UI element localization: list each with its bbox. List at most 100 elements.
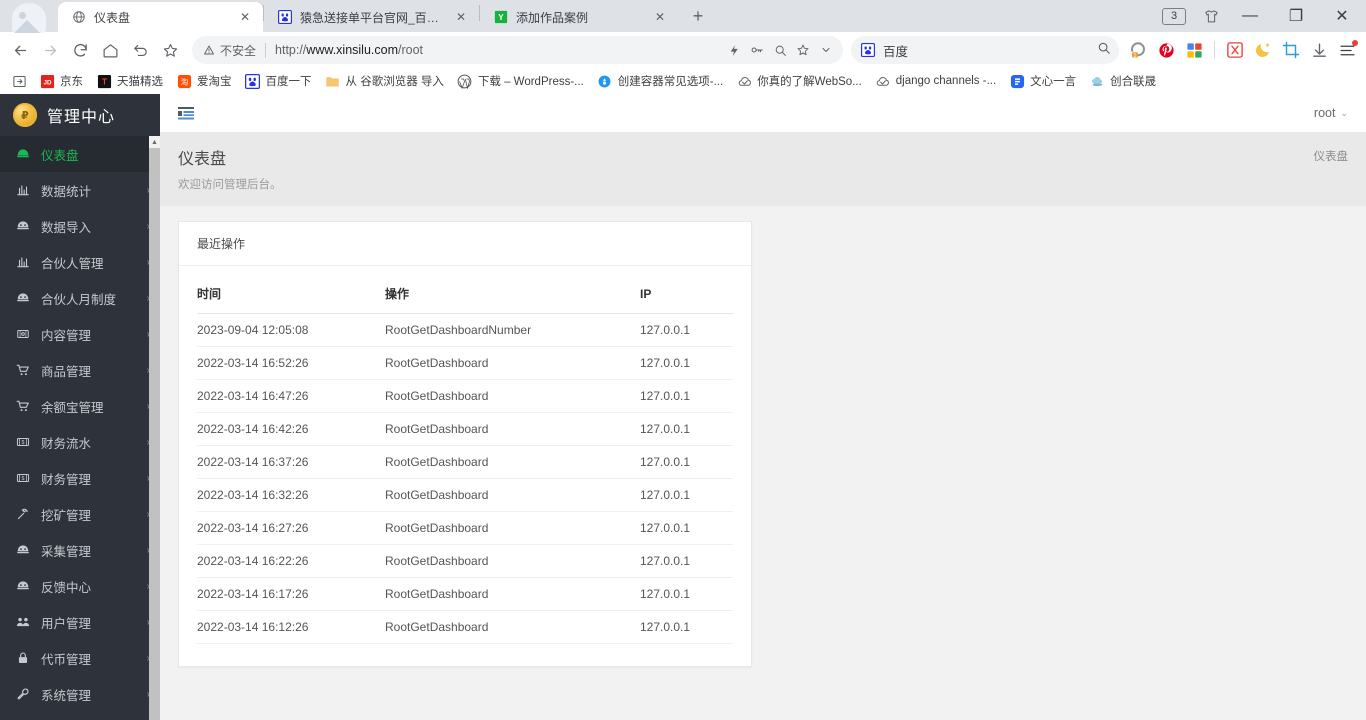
y-green-icon: Y [493, 9, 509, 25]
zoom-search-icon[interactable] [769, 39, 791, 61]
bookmark-item[interactable] [6, 70, 32, 92]
bookmark-star-icon[interactable] [792, 39, 814, 61]
bookmark-item[interactable]: 你真的了解WebSo... [730, 70, 868, 92]
download-icon[interactable] [1306, 37, 1332, 63]
pdf-icon[interactable] [1222, 37, 1248, 63]
search-icon[interactable] [1097, 41, 1111, 60]
scroll-up-arrow-icon[interactable]: ▲ [149, 136, 160, 148]
sidebar-item-label: 代币管理 [41, 652, 92, 667]
sidebar-item-9[interactable]: $财务管理› [0, 460, 160, 496]
globe-icon [71, 9, 87, 25]
cell-ip: 127.0.0.1 [640, 346, 733, 380]
sidebar-item-8[interactable]: $财务流水› [0, 424, 160, 460]
tab-title: 猿急送接单平台官网_百度搜索 [300, 10, 446, 25]
cart-icon [16, 399, 30, 413]
sidebar-item-label: 余额宝管理 [41, 400, 104, 415]
pickaxe-icon [16, 507, 30, 521]
cell-ip: 127.0.0.1 [640, 379, 733, 413]
forward-icon[interactable] [36, 36, 64, 64]
cell-ip: 127.0.0.1 [640, 478, 733, 512]
search-box[interactable]: 百度 [851, 36, 1119, 64]
apps-grid-icon[interactable] [1181, 37, 1207, 63]
extension-puzzle-icon[interactable]: 1 [1125, 37, 1151, 63]
pinterest-icon[interactable] [1153, 37, 1179, 63]
bookmark-item[interactable]: django channels -... [869, 70, 1002, 92]
tab-count-badge[interactable]: 3 [1162, 7, 1186, 25]
sidebar-scrollbar[interactable]: ▲ [149, 136, 160, 720]
sidebar-item-11[interactable]: 采集管理› [0, 532, 160, 568]
sidebar-item-2[interactable]: 数据导入› [0, 208, 160, 244]
sidebar-item-0[interactable]: 仪表盘 [0, 136, 160, 172]
security-label: 不安全 [220, 43, 257, 58]
sidebar-item-label: 商品管理 [41, 364, 92, 379]
sidebar-item-15[interactable]: 系统管理› [0, 676, 160, 712]
sidebar-item-13[interactable]: 用户管理› [0, 604, 160, 640]
sidebar-item-3[interactable]: 合伙人管理› [0, 244, 160, 280]
home-icon[interactable] [96, 36, 124, 64]
tab-close-icon[interactable]: ✕ [652, 9, 668, 25]
window-maximize-button[interactable]: ❐ [1274, 1, 1318, 31]
table-row: 2022-03-14 16:22:26 RootGetDashboard 127.0… [197, 544, 733, 578]
bookmark-item[interactable]: T 天猫精选 [90, 70, 169, 92]
back-icon[interactable] [6, 36, 34, 64]
sidebar-item-label: 用户管理 [41, 616, 92, 631]
bookmark-item[interactable]: 创建容器常见选项-... [591, 70, 729, 92]
browser-tab[interactable]: 仪表盘 ✕ [58, 2, 263, 32]
bookmark-label: 你真的了解WebSo... [757, 76, 862, 88]
screenshot-crop-icon[interactable] [1278, 37, 1304, 63]
address-bar[interactable]: 不安全 http://www.xinsilu.com/root [192, 36, 843, 64]
svg-text:$: $ [22, 440, 25, 446]
bookmark-label: 创合联晟 [1110, 76, 1157, 88]
sidebar-item-14[interactable]: 代币管理› [0, 640, 160, 676]
menu-icon[interactable] [1334, 37, 1360, 63]
chevron-down-icon[interactable] [815, 39, 837, 61]
new-tab-button[interactable]: + [684, 2, 712, 30]
undo-icon[interactable] [126, 36, 154, 64]
site-security-indicator[interactable]: 不安全 [203, 42, 256, 59]
scrollbar-thumb[interactable] [149, 148, 160, 720]
key-icon[interactable] [746, 39, 768, 61]
sidebar-item-7[interactable]: 余额宝管理› [0, 388, 160, 424]
bookmark-item[interactable]: 淘爱淘宝 [170, 70, 238, 92]
cell-time: 2022-03-14 16:52:26 [197, 346, 385, 380]
sidebar-brand-label: 管理中心 [47, 109, 116, 126]
tab-close-icon[interactable]: ✕ [453, 9, 469, 25]
sidebar-brand[interactable]: ₽ 管理中心 [0, 94, 160, 136]
browser-tab[interactable]: 猿急送接单平台官网_百度搜索 ✕ [264, 2, 479, 32]
bookmark-item[interactable]: 百度一下 [239, 70, 318, 92]
sidebar-list-icon[interactable] [178, 106, 194, 120]
sidebar-item-1[interactable]: 数据统计› [0, 172, 160, 208]
bookmark-item[interactable]: 下载 – WordPress-... [451, 70, 590, 92]
bookmark-item[interactable]: 文心一言 [1003, 70, 1082, 92]
sidebar-item-10[interactable]: 挖矿管理› [0, 496, 160, 532]
bookmark-item[interactable]: 从 谷歌浏览器 导入 [319, 70, 450, 92]
page-body: 最近操作 时间 操作 IP 2023-09-04 12:05:08 RootGet… [160, 206, 1366, 720]
sidebar-item-6[interactable]: 商品管理› [0, 352, 160, 388]
star-icon[interactable] [156, 36, 184, 64]
reload-icon[interactable] [66, 36, 94, 64]
cell-operation: RootGetDashboard [385, 577, 640, 611]
sidebar-item-5[interactable]: 内容管理› [0, 316, 160, 352]
browser-tab[interactable]: Y 添加作品案例 ✕ [480, 2, 678, 32]
sidebar-item-label: 合伙人月制度 [41, 292, 117, 307]
admin-sidebar: ₽ 管理中心 仪表盘数据统计›数据导入›合伙人管理›合伙人月制度›内容管理›商品… [0, 94, 160, 720]
cell-operation: RootGetDashboard [385, 610, 640, 644]
dark-mode-moon-icon[interactable] [1250, 37, 1276, 63]
window-close-button[interactable]: ✕ [1320, 1, 1364, 31]
bookmark-item[interactable]: 创合联晟 [1083, 70, 1162, 92]
bookmark-item[interactable]: JD 京东 [33, 70, 89, 92]
user-name-label: root [1313, 106, 1336, 120]
lightning-icon[interactable] [723, 39, 745, 61]
sidebar-item-12[interactable]: 反馈中心› [0, 568, 160, 604]
import-bookmark-icon [11, 73, 27, 89]
tmall-icon: T [96, 73, 112, 89]
tab-close-icon[interactable]: ✕ [237, 9, 253, 25]
cell-ip: 127.0.0.1 [640, 445, 733, 479]
user-menu[interactable]: root ⌄ [1314, 106, 1348, 120]
sidebar-item-4[interactable]: 合伙人月制度› [0, 280, 160, 316]
browser-window: 仪表盘 ✕ 猿急送接单平台官网_百度搜索 ✕ Y 添加作品案例 ✕ + 3 — ❐ ✕ [0, 0, 1366, 720]
jd-icon: JD [39, 73, 55, 89]
window-minimize-button[interactable]: — [1228, 1, 1272, 31]
tshirt-theme-icon[interactable] [1196, 1, 1226, 31]
omnibox-divider [265, 42, 267, 58]
